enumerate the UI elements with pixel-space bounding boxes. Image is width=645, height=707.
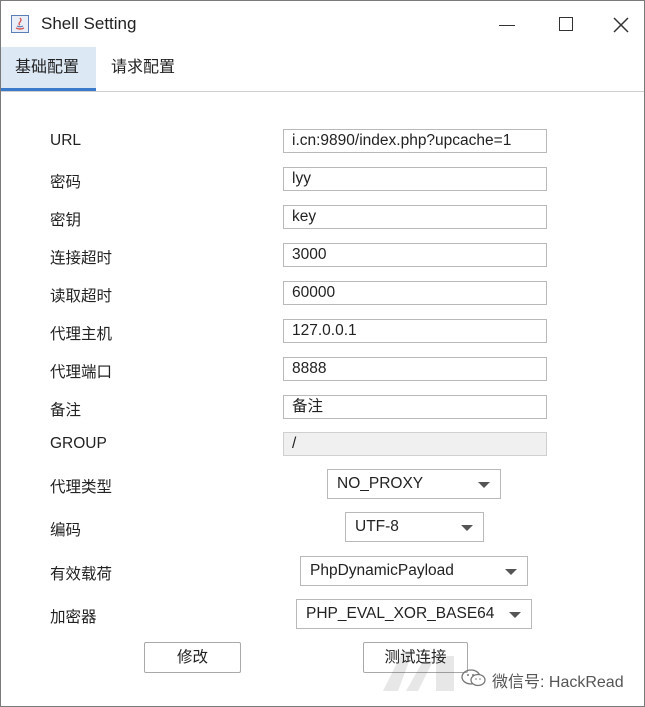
password-label: 密码	[50, 174, 82, 191]
key-label: 密钥	[50, 212, 82, 229]
connect-timeout-label: 连接超时	[50, 250, 113, 267]
proxy-type-label: 代理类型	[50, 479, 113, 496]
password-input[interactable]: lyy	[283, 167, 547, 191]
remark-input[interactable]: 备注	[283, 395, 547, 419]
watermark-logo-icon	[383, 651, 454, 691]
shell-setting-window: Shell Setting 基础配置 请求配置 URL i.cn:9890/in…	[0, 0, 645, 707]
proxy-host-label: 代理主机	[50, 326, 113, 343]
chevron-down-icon	[461, 525, 473, 531]
modify-button[interactable]: 修改	[144, 642, 241, 673]
close-icon	[613, 17, 629, 33]
proxy-type-select[interactable]: NO_PROXY	[327, 469, 501, 499]
chevron-down-icon	[478, 482, 490, 488]
tab-request-config[interactable]: 请求配置	[97, 47, 189, 89]
url-label: URL	[50, 132, 82, 149]
encoding-select[interactable]: UTF-8	[345, 512, 484, 542]
chevron-down-icon	[509, 612, 521, 618]
proxy-host-input[interactable]: 127.0.0.1	[283, 319, 547, 343]
remark-label: 备注	[50, 402, 82, 419]
maximize-button[interactable]	[544, 9, 590, 41]
group-input: /	[283, 432, 547, 456]
title-bar: Shell Setting	[1, 1, 644, 47]
payload-value: PhpDynamicPayload	[310, 562, 454, 579]
tab-strip: 基础配置 请求配置	[1, 47, 644, 92]
cryption-label: 加密器	[50, 609, 97, 626]
cryption-select[interactable]: PHP_EVAL_XOR_BASE64	[296, 599, 532, 629]
tab-basic-config[interactable]: 基础配置	[1, 47, 96, 91]
proxy-port-label: 代理端口	[50, 364, 113, 381]
wechat-icon	[461, 669, 486, 687]
window-title: Shell Setting	[41, 14, 137, 33]
chevron-down-icon	[505, 569, 517, 575]
payload-select[interactable]: PhpDynamicPayload	[300, 556, 528, 586]
maximize-icon	[559, 17, 573, 31]
minimize-button[interactable]	[484, 9, 530, 41]
cryption-value: PHP_EVAL_XOR_BASE64	[306, 605, 495, 622]
group-label: GROUP	[50, 435, 107, 452]
encoding-value: UTF-8	[355, 518, 399, 535]
url-input[interactable]: i.cn:9890/index.php?upcache=1	[283, 129, 547, 153]
encoding-label: 编码	[50, 522, 82, 539]
proxy-port-input[interactable]: 8888	[283, 357, 547, 381]
payload-label: 有效载荷	[50, 566, 113, 583]
key-input[interactable]: key	[283, 205, 547, 229]
read-timeout-label: 读取超时	[50, 288, 113, 305]
minimize-icon	[499, 25, 515, 26]
read-timeout-input[interactable]: 60000	[283, 281, 547, 305]
proxy-type-value: NO_PROXY	[337, 475, 424, 492]
close-button[interactable]	[598, 9, 644, 41]
java-app-icon	[11, 15, 29, 33]
connect-timeout-input[interactable]: 3000	[283, 243, 547, 267]
watermark-text: 微信号: HackRead	[492, 674, 624, 691]
